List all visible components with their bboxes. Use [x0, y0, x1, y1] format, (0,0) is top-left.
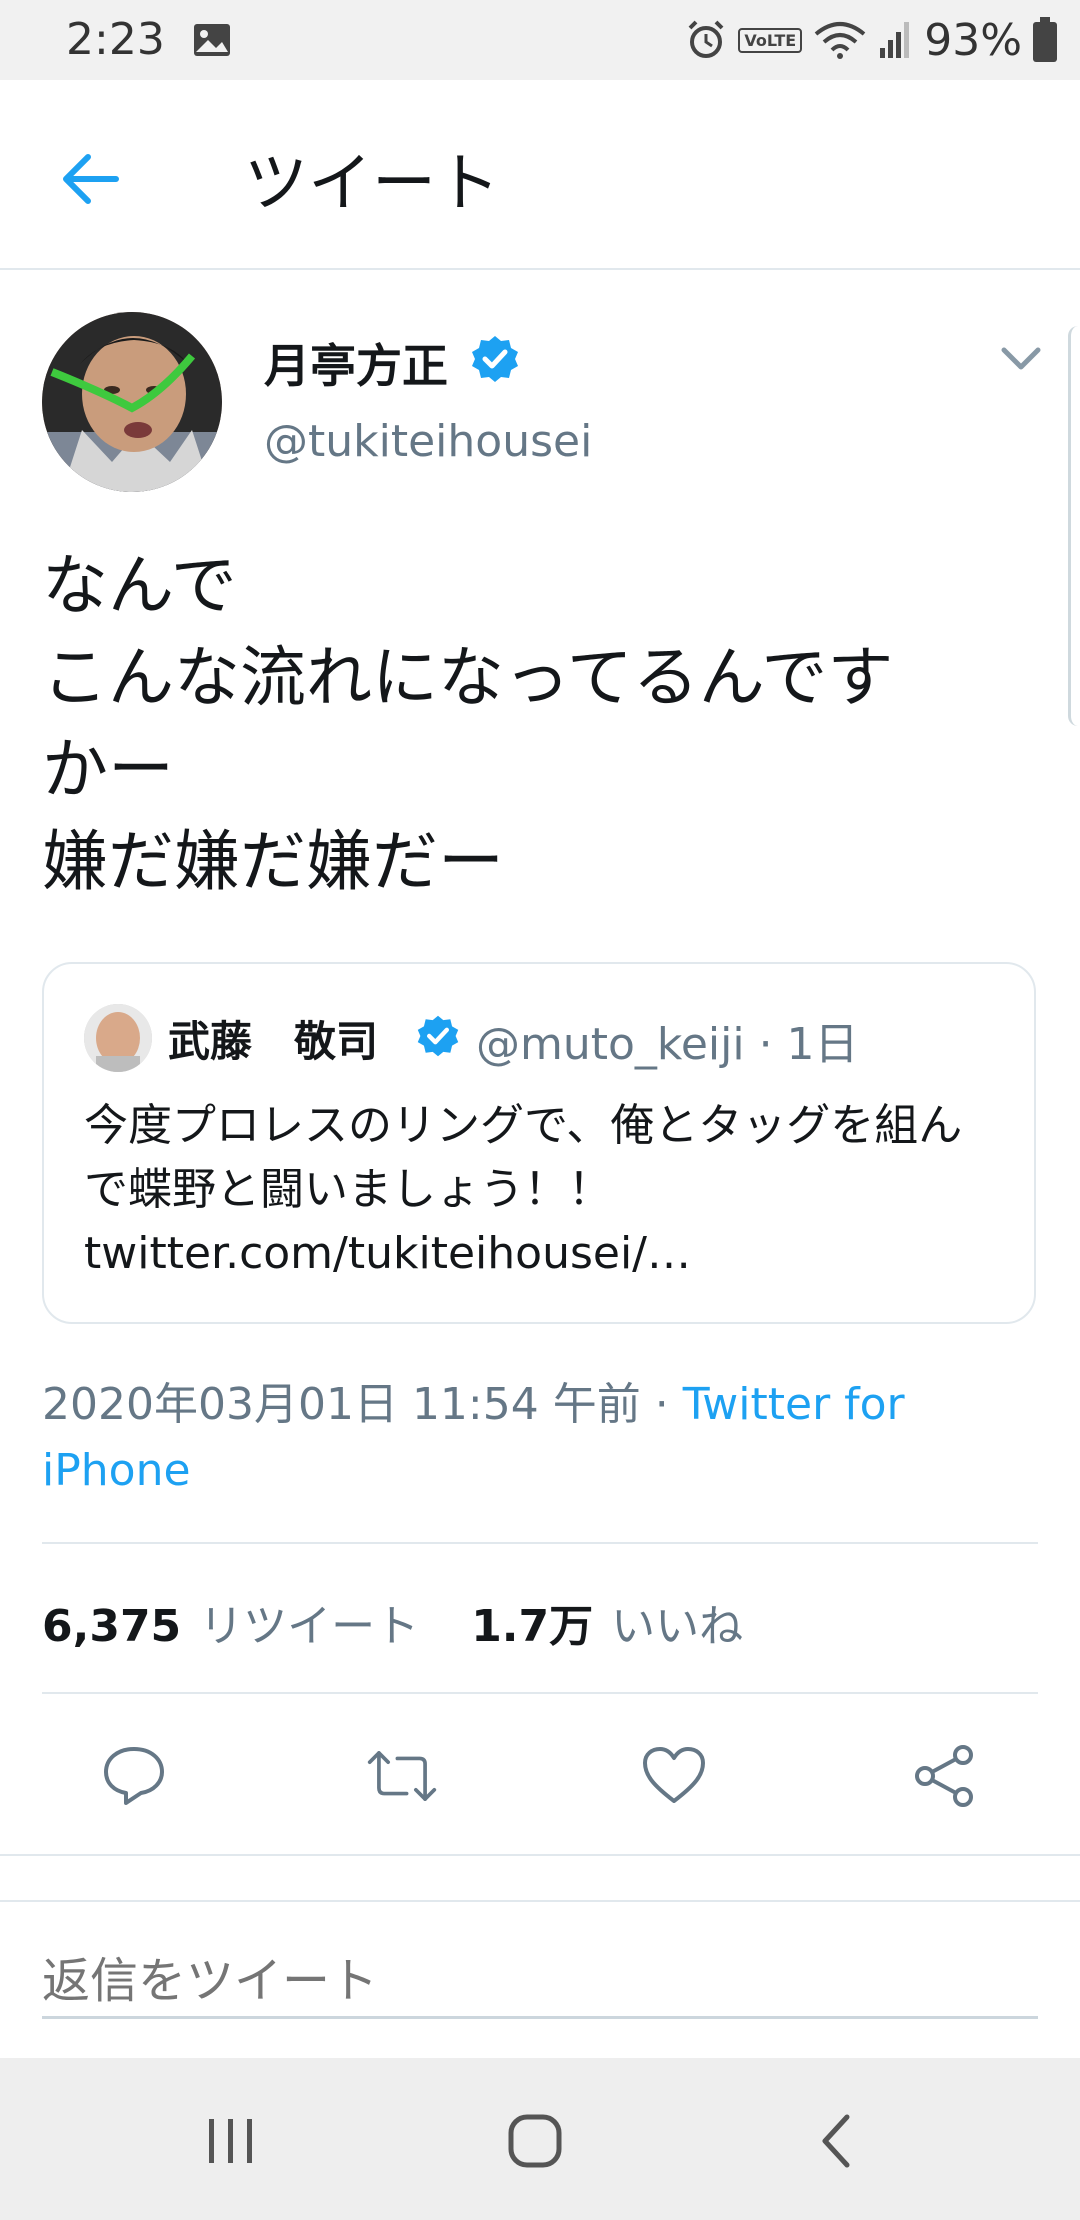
author-display-name[interactable]: 月亭方正 [264, 330, 448, 396]
reply-icon [104, 1747, 164, 1805]
retweet-count[interactable]: 6,375 [42, 1601, 181, 1652]
quoted-author-avatar [84, 1004, 152, 1072]
heart-icon [643, 1747, 705, 1803]
quoted-verified-badge-icon [417, 1015, 459, 1057]
retweet-button[interactable] [366, 1740, 438, 1812]
divider [0, 1854, 1080, 1856]
quoted-author-avatar-image [84, 1004, 152, 1072]
share-icon [915, 1745, 973, 1807]
chevron-down-icon [1001, 347, 1041, 370]
chevron-left-icon [822, 2114, 850, 2168]
app-bar: ツイート [0, 80, 1080, 270]
quoted-author-handle-time: @muto_keiji · 1日 [476, 1019, 859, 1070]
divider [42, 1692, 1038, 1694]
recent-apps-button[interactable] [186, 2096, 276, 2186]
reply-input[interactable] [42, 1946, 1038, 2019]
back-arrow-icon [63, 154, 119, 204]
tweet-stats: 6,375 リツイート 1.7万 いいね [42, 1590, 777, 1654]
reply-button[interactable] [98, 1740, 170, 1812]
back-button[interactable] [48, 138, 130, 220]
wifi-icon [814, 22, 866, 59]
quoted-tweet-card[interactable]: 武藤 敬司 @muto_keiji · 1日 今度プロレスのリングで、俺とタッグ… [42, 962, 1036, 1324]
battery-percentage: 93% [924, 14, 1022, 66]
status-icons: VoLTE 93% [684, 12, 1058, 68]
status-bar: 2:23 VoLTE 93% [0, 0, 1080, 80]
reply-composer [0, 1900, 1080, 2058]
retweet-label[interactable]: リツイート [199, 1590, 419, 1654]
recent-apps-icon [209, 2119, 252, 2163]
alarm-icon [688, 20, 724, 58]
system-navigation-bar [0, 2058, 1080, 2220]
home-button[interactable] [490, 2096, 580, 2186]
share-button[interactable] [908, 1740, 980, 1812]
signal-icon [880, 22, 910, 58]
volte-icon: VoLTE [738, 27, 803, 53]
tweet-timestamp: 2020年03月01日 11:54 午前 · [42, 1379, 683, 1430]
author-avatar[interactable] [42, 312, 222, 492]
tweet-text: なんで こんな流れになってるんです かー 嫌だ嫌だ嫌だー [42, 547, 894, 900]
quoted-author-name: 武藤 敬司 [168, 1017, 379, 1066]
like-count[interactable]: 1.7万 [471, 1590, 593, 1654]
scroll-indicator [1068, 326, 1080, 726]
author-handle[interactable]: @tukiteihousei [264, 416, 592, 467]
image-notification-icon [194, 24, 230, 56]
page-title: ツイート [244, 147, 500, 221]
tweet-menu-button[interactable] [996, 334, 1046, 384]
home-icon [508, 2114, 562, 2168]
status-time: 2:23 [66, 14, 165, 65]
tweet-meta: 2020年03月01日 11:54 午前 · Twitter for iPhon… [42, 1372, 1042, 1504]
retweet-icon [367, 1751, 437, 1801]
like-button[interactable] [638, 1740, 710, 1812]
author-avatar-image [42, 312, 222, 492]
battery-icon [1033, 17, 1057, 62]
verified-badge-icon [472, 336, 518, 382]
like-label[interactable]: いいね [611, 1590, 743, 1654]
back-nav-button[interactable] [794, 2096, 884, 2186]
divider [42, 1542, 1038, 1544]
quoted-tweet-text: 今度プロレスのリングで、俺とタッグを組んで蝶野と闘いましょう！！ twitter… [84, 1100, 963, 1279]
